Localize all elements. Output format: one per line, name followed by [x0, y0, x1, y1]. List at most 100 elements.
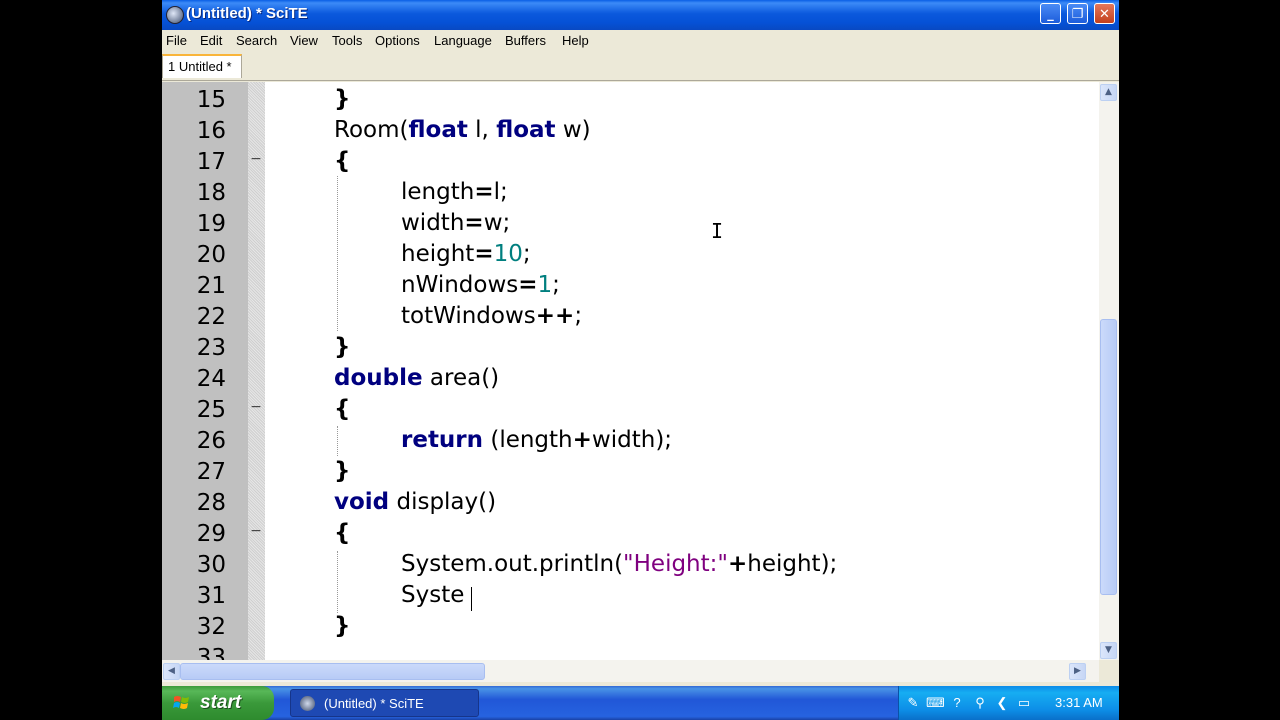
- scroll-right-button[interactable]: ▶: [1069, 663, 1086, 680]
- menu-edit[interactable]: Edit: [200, 33, 222, 48]
- maximize-button[interactable]: ❐: [1067, 3, 1088, 24]
- line-number: 26: [196, 428, 226, 454]
- code-text: {: [334, 520, 351, 546]
- code-line: 21 nWindows=1;: [162, 271, 1099, 302]
- code-text: width=w;: [401, 210, 511, 236]
- line-number: 24: [196, 366, 226, 392]
- line-number: 25: [196, 397, 226, 423]
- code-text: System.out.println("Height:"+height);: [401, 551, 838, 577]
- code-text: return (length+width);: [401, 427, 673, 453]
- text-caret: [471, 587, 472, 611]
- windows-logo-icon: [173, 696, 189, 709]
- code-text: Room(float l, float w): [334, 117, 591, 143]
- line-number: 22: [196, 304, 226, 330]
- horizontal-scrollbar[interactable]: ◀ ▶: [162, 660, 1099, 682]
- code-editor[interactable]: 15 } 16 Room(float l, float w) 17 − { 18…: [162, 82, 1099, 660]
- code-text: Syste: [401, 582, 465, 608]
- code-text: }: [334, 86, 351, 112]
- code-line: 18 length=l;: [162, 178, 1099, 209]
- start-label: start: [200, 692, 242, 713]
- line-number: 15: [196, 87, 226, 113]
- code-line: 20 height=10;: [162, 240, 1099, 271]
- system-tray: ✎ ⌨ ? ⚲ ❮ ▭ 3:31 AM: [898, 686, 1119, 720]
- code-line: 17 − {: [162, 147, 1099, 178]
- menu-tools[interactable]: Tools: [332, 33, 362, 48]
- line-number: 32: [196, 614, 226, 640]
- system-clock[interactable]: 3:31 AM: [1055, 695, 1103, 710]
- code-line: 23 }: [162, 333, 1099, 364]
- code-line: 16 Room(float l, float w): [162, 116, 1099, 147]
- window-title: (Untitled) * SciTE: [186, 5, 308, 22]
- start-button[interactable]: start: [162, 686, 274, 720]
- code-line: 31 Syste: [162, 581, 1099, 612]
- code-text: length=l;: [401, 179, 508, 205]
- ibeam-cursor-icon: I: [711, 219, 724, 243]
- code-text: height=10;: [401, 241, 531, 267]
- code-line: 28 void display(): [162, 488, 1099, 519]
- fold-collapse-icon[interactable]: −: [250, 151, 262, 167]
- tray-expand-chevron-icon[interactable]: ❮: [994, 695, 1010, 711]
- line-number: 17: [196, 149, 226, 175]
- minimize-button[interactable]: _: [1040, 3, 1061, 24]
- pen-tool-icon[interactable]: ✎: [905, 695, 921, 711]
- scrollbar-corner: [1099, 660, 1119, 682]
- code-text: double area(): [334, 365, 500, 391]
- code-line: 27 }: [162, 457, 1099, 488]
- vertical-scroll-thumb[interactable]: [1100, 319, 1117, 595]
- menu-options[interactable]: Options: [375, 33, 420, 48]
- menu-help[interactable]: Help: [562, 33, 589, 48]
- scite-app-icon: [300, 696, 315, 711]
- code-line: 33: [162, 643, 1099, 660]
- line-number: 19: [196, 211, 226, 237]
- close-icon: ✕: [1099, 7, 1110, 22]
- code-text: }: [334, 613, 351, 639]
- code-line: 15 }: [162, 85, 1099, 116]
- scroll-left-button[interactable]: ◀: [163, 663, 180, 680]
- line-number: 28: [196, 490, 226, 516]
- taskbar-item-scite[interactable]: (Untitled) * SciTE: [290, 689, 479, 717]
- tab-untitled[interactable]: 1 Untitled *: [162, 54, 242, 78]
- line-number: 16: [196, 118, 226, 144]
- line-number: 33: [196, 645, 226, 660]
- fold-collapse-icon[interactable]: −: [250, 523, 262, 539]
- title-bar[interactable]: (Untitled) * SciTE _ ❐ ✕: [162, 0, 1119, 30]
- fold-collapse-icon[interactable]: −: [250, 399, 262, 415]
- code-text: {: [334, 148, 351, 174]
- menu-search[interactable]: Search: [236, 33, 277, 48]
- taskbar-item-label: (Untitled) * SciTE: [324, 696, 424, 711]
- line-number: 20: [196, 242, 226, 268]
- desktop-screen: (Untitled) * SciTE _ ❐ ✕ File Edit Searc…: [162, 0, 1119, 720]
- menu-buffers[interactable]: Buffers: [505, 33, 546, 48]
- horizontal-scroll-thumb[interactable]: [180, 663, 485, 680]
- code-text: }: [334, 334, 351, 360]
- code-text: {: [334, 396, 351, 422]
- vertical-scrollbar[interactable]: ▲ ▼: [1099, 82, 1119, 660]
- close-button[interactable]: ✕: [1094, 3, 1115, 24]
- code-line: 19 width=w;: [162, 209, 1099, 240]
- line-number: 27: [196, 459, 226, 485]
- minimize-icon: _: [1047, 7, 1054, 22]
- scroll-down-button[interactable]: ▼: [1100, 642, 1117, 659]
- scite-app-icon[interactable]: [166, 6, 184, 24]
- help-icon[interactable]: ?: [949, 695, 965, 711]
- language-bar-icon[interactable]: ⌨: [926, 695, 945, 711]
- menu-view[interactable]: View: [290, 33, 318, 48]
- menu-file[interactable]: File: [166, 33, 187, 48]
- buffer-tab-strip: 1 Untitled *: [162, 52, 1119, 81]
- line-number: 29: [196, 521, 226, 547]
- restore-icon: ❐: [1071, 7, 1084, 22]
- menu-language[interactable]: Language: [434, 33, 492, 48]
- code-text: totWindows++;: [401, 303, 583, 329]
- code-line: 30 System.out.println("Height:"+height);: [162, 550, 1099, 581]
- code-line: 25 − {: [162, 395, 1099, 426]
- code-line: 22 totWindows++;: [162, 302, 1099, 333]
- taskbar: start (Untitled) * SciTE ✎ ⌨ ? ⚲ ❮ ▭ 3:3…: [162, 686, 1119, 720]
- scroll-up-button[interactable]: ▲: [1100, 84, 1117, 101]
- code-line: 32 }: [162, 612, 1099, 643]
- code-text: }: [334, 458, 351, 484]
- code-text: void display(): [334, 489, 497, 515]
- code-line: 26 return (length+width);: [162, 426, 1099, 457]
- line-number: 18: [196, 180, 226, 206]
- network-icon[interactable]: ⚲: [972, 695, 988, 711]
- monitor-icon[interactable]: ▭: [1016, 695, 1032, 711]
